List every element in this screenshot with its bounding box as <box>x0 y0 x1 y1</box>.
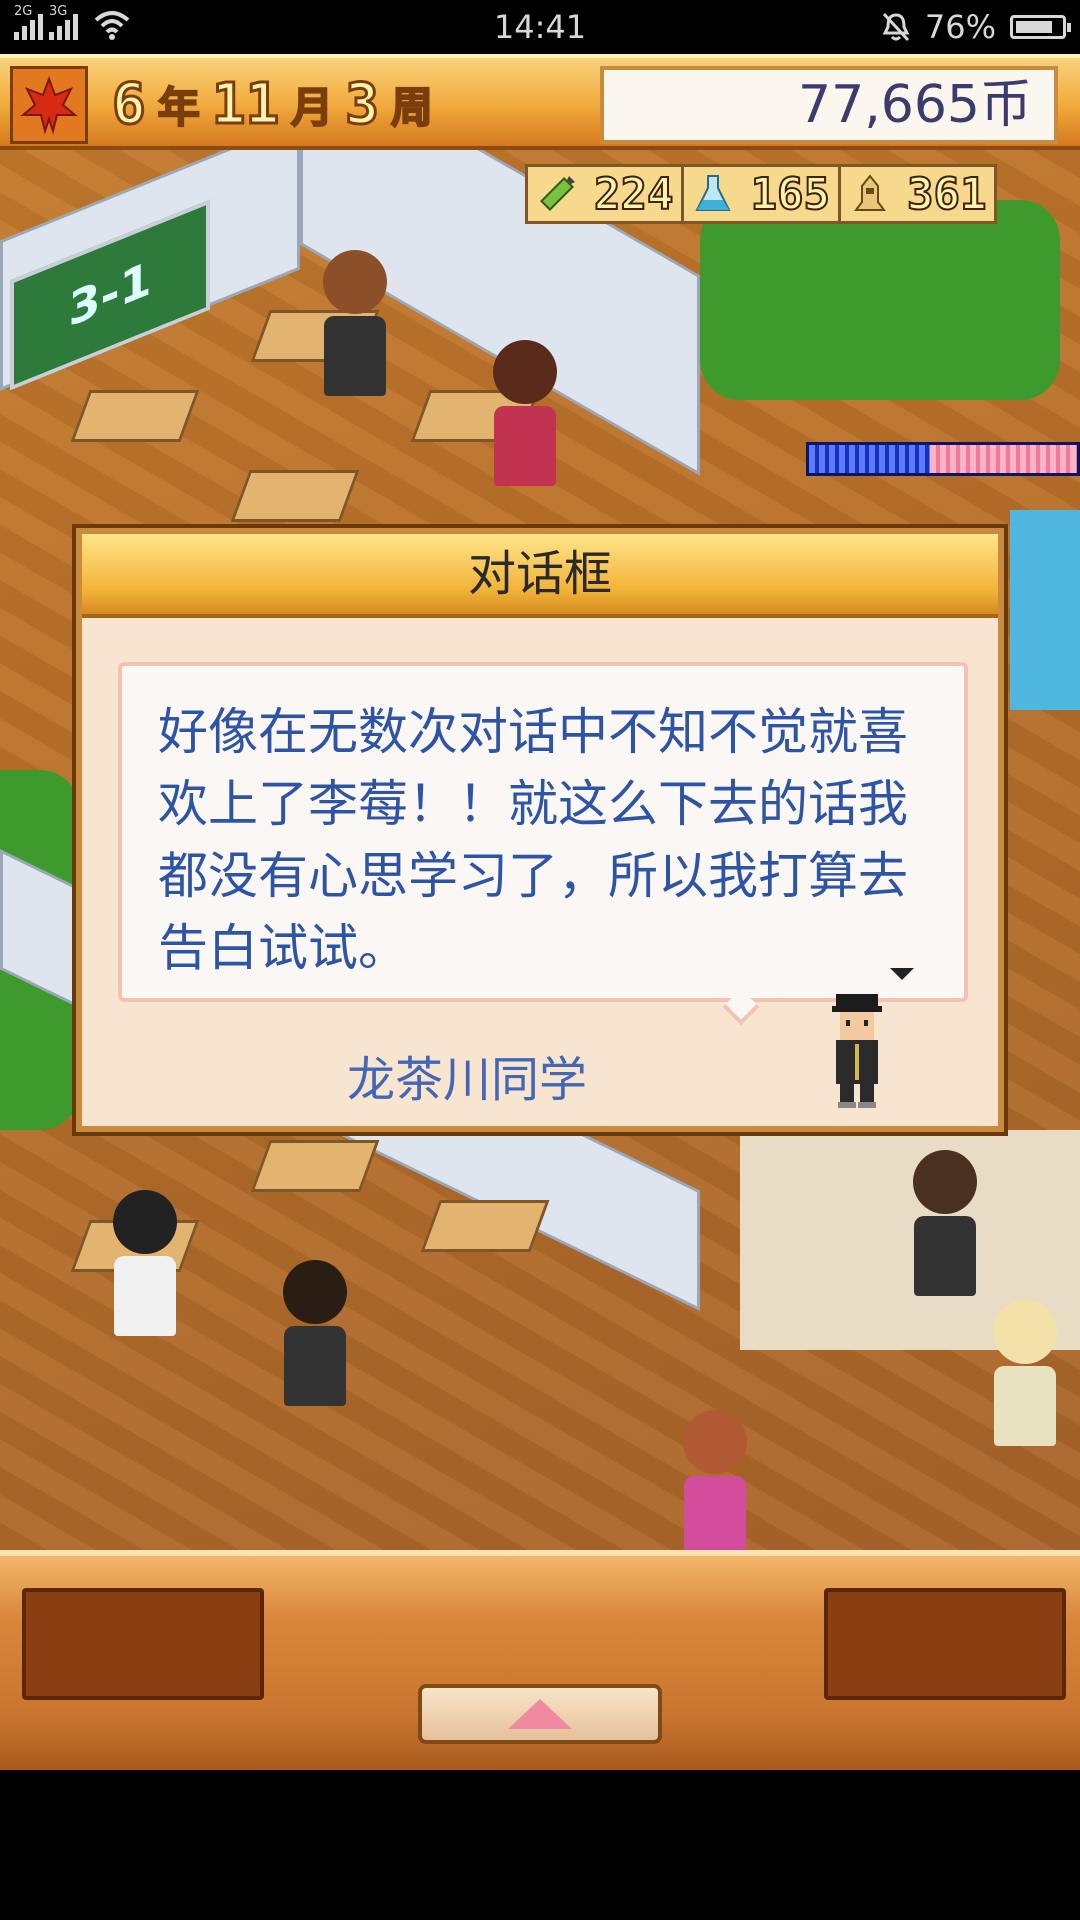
continue-arrow-icon[interactable] <box>890 968 914 980</box>
desk <box>250 1140 380 1192</box>
stat-trophy: 361 <box>837 164 998 224</box>
student-character[interactable] <box>490 340 560 490</box>
year-unit: 年 <box>157 82 201 133</box>
desk <box>230 470 360 522</box>
student-character[interactable] <box>910 1150 980 1300</box>
student-character[interactable] <box>280 1260 350 1410</box>
expand-menu-button[interactable] <box>418 1684 662 1744</box>
gauge-blue-fill <box>809 445 930 473</box>
status-bar: 2G 3G 14:41 76% <box>0 0 1080 54</box>
bottom-panel <box>0 1550 1080 1770</box>
status-right: 76% <box>881 8 1071 46</box>
year-value: 6 <box>111 70 148 138</box>
flask-icon <box>684 167 742 221</box>
speaker-portrait <box>822 990 892 1110</box>
resource-stats: 224 165 361 <box>525 162 998 226</box>
speech-bubble[interactable]: 好像在无数次对话中不知不觉就喜欢上了李莓！！就这么下去的话我都没有心思学习了，所… <box>118 662 968 1002</box>
student-character[interactable] <box>680 1410 750 1550</box>
game-date: 6 年 11 月 3 周 <box>111 68 434 140</box>
speaker-name: 龙茶川同学 <box>346 1052 587 1108</box>
trophy-icon <box>841 167 899 221</box>
dialog-title: 对话框 <box>82 534 998 618</box>
stat-pencil-value: 224 <box>593 168 674 221</box>
month-value: 11 <box>210 70 280 138</box>
dialog-box[interactable]: 对话框 好像在无数次对话中不知不觉就喜欢上了李莓！！就这么下去的话我都没有心思学… <box>76 528 1004 1132</box>
student-character[interactable] <box>110 1190 180 1340</box>
dialog-message: 好像在无数次对话中不知不觉就喜欢上了李莓！！就这么下去的话我都没有心思学习了，所… <box>158 703 908 977</box>
week-unit: 周 <box>390 82 434 133</box>
gauge-pink-fill <box>929 445 1077 473</box>
money-display: 77,665币 <box>600 66 1058 144</box>
battery-percent: 76% <box>924 8 996 46</box>
progress-gauge <box>806 442 1080 476</box>
tree-area-top <box>700 200 1060 400</box>
stat-pencil: 224 <box>525 164 685 224</box>
stat-flask-value: 165 <box>749 168 830 221</box>
student-character[interactable] <box>320 250 390 400</box>
pond <box>1010 510 1080 710</box>
left-menu-slot[interactable] <box>22 1588 264 1700</box>
stat-trophy-value: 361 <box>906 168 987 221</box>
classroom-sign-label: 3-1 <box>68 250 152 338</box>
battery-icon <box>1010 15 1071 39</box>
month-unit: 月 <box>290 82 334 133</box>
student-character[interactable] <box>990 1300 1060 1450</box>
stat-flask: 165 <box>681 164 841 224</box>
autumn-leaf-icon <box>10 66 88 144</box>
desk <box>70 390 200 442</box>
right-menu-slot[interactable] <box>824 1588 1066 1700</box>
desk <box>420 1200 550 1252</box>
bell-muted-icon <box>882 12 910 42</box>
top-hud: 6 年 11 月 3 周 77,665币 <box>0 54 1080 150</box>
pencil-icon <box>528 167 586 221</box>
week-value: 3 <box>344 70 381 138</box>
up-arrow-icon <box>508 1699 572 1729</box>
